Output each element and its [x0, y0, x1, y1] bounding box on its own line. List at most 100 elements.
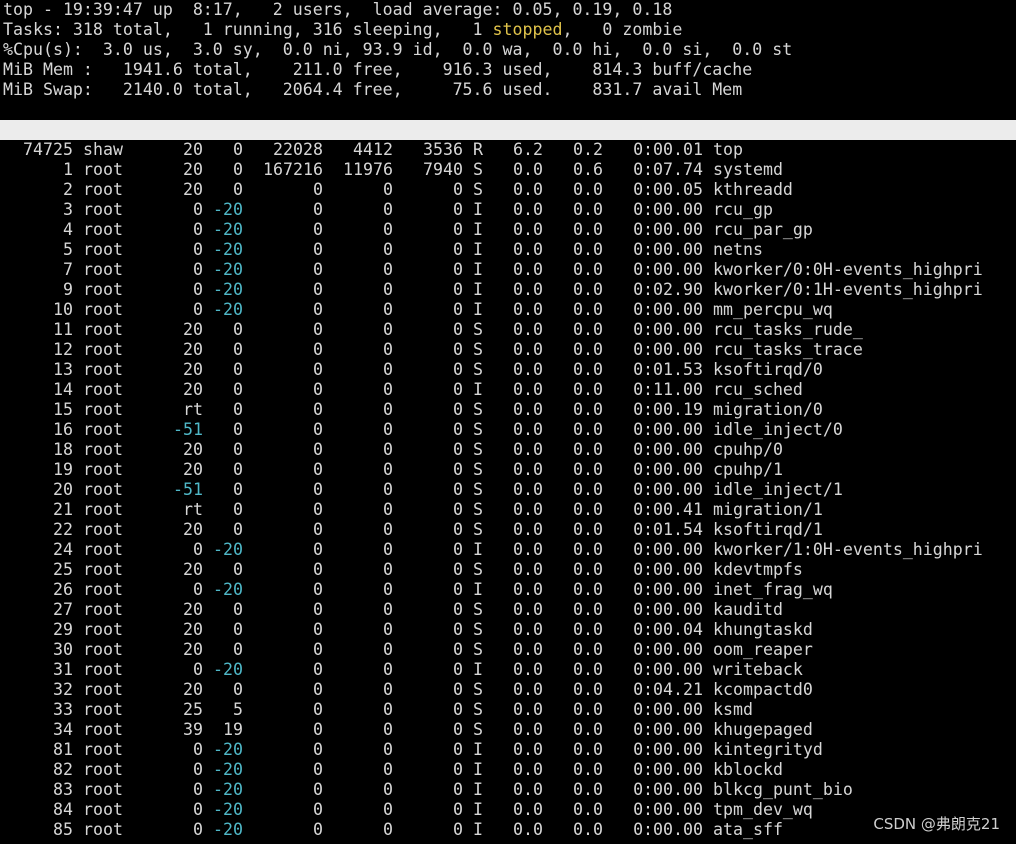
cell-res: 0 — [383, 540, 393, 559]
cell-command: tpm_dev_wq — [713, 800, 813, 819]
process-row[interactable]: 16 root -51 0 0 0 0 S 0.0 0.0 0:00.00 idle_inject/0 — [0, 420, 1016, 440]
cell-pr: 20 — [183, 180, 203, 199]
process-row[interactable]: 19 root 20 0 0 0 0 S 0.0 0.0 0:00.00 cpuhp/1 — [0, 460, 1016, 480]
cell-pid: 15 — [53, 400, 73, 419]
process-row[interactable]: 85 root 0 -20 0 0 0 I 0.0 0.0 0:00.00 ata_sff — [0, 820, 1016, 840]
cell-virt: 0 — [313, 500, 323, 519]
cell-user: root — [83, 220, 123, 239]
cell-pr: -51 — [173, 480, 203, 499]
process-row[interactable]: 7 root 0 -20 0 0 0 I 0.0 0.0 0:00.00 kworker/0:0H-e… — [0, 260, 1016, 280]
process-row[interactable]: 81 root 0 -20 0 0 0 I 0.0 0.0 0:00.00 kintegrityd — [0, 740, 1016, 760]
process-row[interactable]: 82 root 0 -20 0 0 0 I 0.0 0.0 0:00.00 kblockd — [0, 760, 1016, 780]
process-row[interactable]: 24 root 0 -20 0 0 0 I 0.0 0.0 0:00.00 kworker/1:0H-… — [0, 540, 1016, 560]
cell-ni: 0 — [233, 420, 243, 439]
cell-mem: 0.0 — [573, 640, 603, 659]
cell-ni: 5 — [233, 700, 243, 719]
cell-pid: 74725 — [23, 140, 73, 159]
cell-pr: 39 — [183, 720, 203, 739]
cell-res: 0 — [383, 220, 393, 239]
process-row[interactable]: 34 root 39 19 0 0 0 S 0.0 0.0 0:00.00 khugepaged — [0, 720, 1016, 740]
cell-pid: 22 — [53, 520, 73, 539]
cell-time: 0:00.00 — [633, 560, 703, 579]
cell-state: I — [473, 260, 483, 279]
process-row[interactable]: 9 root 0 -20 0 0 0 I 0.0 0.0 0:02.90 kworker/0:1H-e… — [0, 280, 1016, 300]
process-row[interactable]: 84 root 0 -20 0 0 0 I 0.0 0.0 0:00.00 tpm_dev_wq — [0, 800, 1016, 820]
cell-virt: 0 — [313, 820, 323, 839]
process-row[interactable]: 14 root 20 0 0 0 0 I 0.0 0.0 0:11.00 rcu_sched — [0, 380, 1016, 400]
terminal-window[interactable]: top - 19:39:47 up 8:17, 2 users, load av… — [0, 0, 1016, 840]
cell-user: root — [83, 480, 123, 499]
process-row[interactable]: 33 root 25 5 0 0 0 S 0.0 0.0 0:00.00 ksmd — [0, 700, 1016, 720]
process-row[interactable]: 13 root 20 0 0 0 0 S 0.0 0.0 0:01.53 ksoftirqd/0 — [0, 360, 1016, 380]
process-row[interactable]: 26 root 0 -20 0 0 0 I 0.0 0.0 0:00.00 inet_frag_wq — [0, 580, 1016, 600]
process-row[interactable]: 12 root 20 0 0 0 0 S 0.0 0.0 0:00.00 rcu_tasks_trac… — [0, 340, 1016, 360]
cell-ni: 0 — [233, 400, 243, 419]
cell-shr: 0 — [453, 640, 463, 659]
cell-pr: 0 — [193, 300, 203, 319]
process-row[interactable]: 1 root 20 0 167216 11976 7940 S 0.0 0.6 0:07.74 sys… — [0, 160, 1016, 180]
process-row[interactable]: 18 root 20 0 0 0 0 S 0.0 0.0 0:00.00 cpuhp/0 — [0, 440, 1016, 460]
cell-mem: 0.0 — [573, 400, 603, 419]
process-row[interactable]: 2 root 20 0 0 0 0 S 0.0 0.0 0:00.05 kthreadd — [0, 180, 1016, 200]
process-row[interactable]: 74725 shaw 20 0 22028 4412 3536 R 6.2 0.2 0:00.01 t… — [0, 140, 1016, 160]
cell-shr: 0 — [453, 760, 463, 779]
cell-command: khungtaskd — [713, 620, 813, 639]
process-row[interactable]: 10 root 0 -20 0 0 0 I 0.0 0.0 0:00.00 mm_percpu_wq — [0, 300, 1016, 320]
cell-shr: 0 — [453, 440, 463, 459]
cell-pr: 20 — [183, 460, 203, 479]
cell-virt: 0 — [313, 540, 323, 559]
cell-user: root — [83, 500, 123, 519]
cell-mem: 0.0 — [573, 700, 603, 719]
process-row[interactable]: 22 root 20 0 0 0 0 S 0.0 0.0 0:01.54 ksoftirqd/1 — [0, 520, 1016, 540]
cell-state: S — [473, 680, 483, 699]
cell-command: cpuhp/0 — [713, 440, 783, 459]
cell-ni: -20 — [213, 740, 243, 759]
cell-res: 0 — [383, 800, 393, 819]
cell-state: S — [473, 600, 483, 619]
cell-pr: 20 — [183, 160, 203, 179]
cell-pr: 20 — [183, 520, 203, 539]
cell-res: 0 — [383, 480, 393, 499]
cell-pr: 0 — [193, 820, 203, 839]
cell-state: I — [473, 660, 483, 679]
cell-res: 0 — [383, 440, 393, 459]
cell-time: 0:00.01 — [633, 140, 703, 159]
cell-command: migration/1 — [713, 500, 823, 519]
process-row[interactable]: 11 root 20 0 0 0 0 S 0.0 0.0 0:00.00 rcu_tasks_rude… — [0, 320, 1016, 340]
cell-res: 0 — [383, 260, 393, 279]
cell-ni: 0 — [233, 620, 243, 639]
process-table-body: 74725 shaw 20 0 22028 4412 3536 R 6.2 0.2 0:00.01 t… — [0, 140, 1016, 840]
process-row[interactable]: 5 root 0 -20 0 0 0 I 0.0 0.0 0:00.00 netns — [0, 240, 1016, 260]
cell-res: 0 — [383, 320, 393, 339]
cell-cpu: 0.0 — [513, 220, 543, 239]
process-row[interactable]: 15 root rt 0 0 0 0 S 0.0 0.0 0:00.19 migration/0 — [0, 400, 1016, 420]
process-row[interactable]: 30 root 20 0 0 0 0 S 0.0 0.0 0:00.00 oom_reaper — [0, 640, 1016, 660]
cell-shr: 0 — [453, 320, 463, 339]
process-row[interactable]: 25 root 20 0 0 0 0 S 0.0 0.0 0:00.00 kdevtmpfs — [0, 560, 1016, 580]
process-row[interactable]: 32 root 20 0 0 0 0 S 0.0 0.0 0:04.21 kcompactd0 — [0, 680, 1016, 700]
cell-time: 0:00.00 — [633, 440, 703, 459]
cell-cpu: 0.0 — [513, 760, 543, 779]
process-row[interactable]: 31 root 0 -20 0 0 0 I 0.0 0.0 0:00.00 writeback — [0, 660, 1016, 680]
cell-res: 0 — [383, 820, 393, 839]
cell-time: 0:00.00 — [633, 480, 703, 499]
cell-pr: 20 — [183, 360, 203, 379]
cell-time: 0:00.00 — [633, 200, 703, 219]
cell-cpu: 0.0 — [513, 720, 543, 739]
process-row[interactable]: 27 root 20 0 0 0 0 S 0.0 0.0 0:00.00 kauditd — [0, 600, 1016, 620]
process-row[interactable]: 20 root -51 0 0 0 0 S 0.0 0.0 0:00.00 idle_inject/1 — [0, 480, 1016, 500]
process-row[interactable]: 29 root 20 0 0 0 0 S 0.0 0.0 0:00.04 khungtaskd — [0, 620, 1016, 640]
cell-state: S — [473, 640, 483, 659]
process-row[interactable]: 21 root rt 0 0 0 0 S 0.0 0.0 0:00.41 migration/1 — [0, 500, 1016, 520]
cell-command: kworker/0:0H-events_highpri — [713, 260, 983, 279]
process-row[interactable]: 3 root 0 -20 0 0 0 I 0.0 0.0 0:00.00 rcu_gp — [0, 200, 1016, 220]
process-row[interactable]: 83 root 0 -20 0 0 0 I 0.0 0.0 0:00.00 blkcg_punt_bi… — [0, 780, 1016, 800]
cell-user: root — [83, 320, 123, 339]
cell-virt: 0 — [313, 460, 323, 479]
tasks-line: Tasks: 318 total, 1 running, 316 sleepin… — [0, 20, 1016, 40]
cell-res: 0 — [383, 680, 393, 699]
cell-cpu: 0.0 — [513, 660, 543, 679]
cell-ni: 0 — [233, 640, 243, 659]
process-row[interactable]: 4 root 0 -20 0 0 0 I 0.0 0.0 0:00.00 rcu_par_gp — [0, 220, 1016, 240]
cell-virt: 0 — [313, 320, 323, 339]
